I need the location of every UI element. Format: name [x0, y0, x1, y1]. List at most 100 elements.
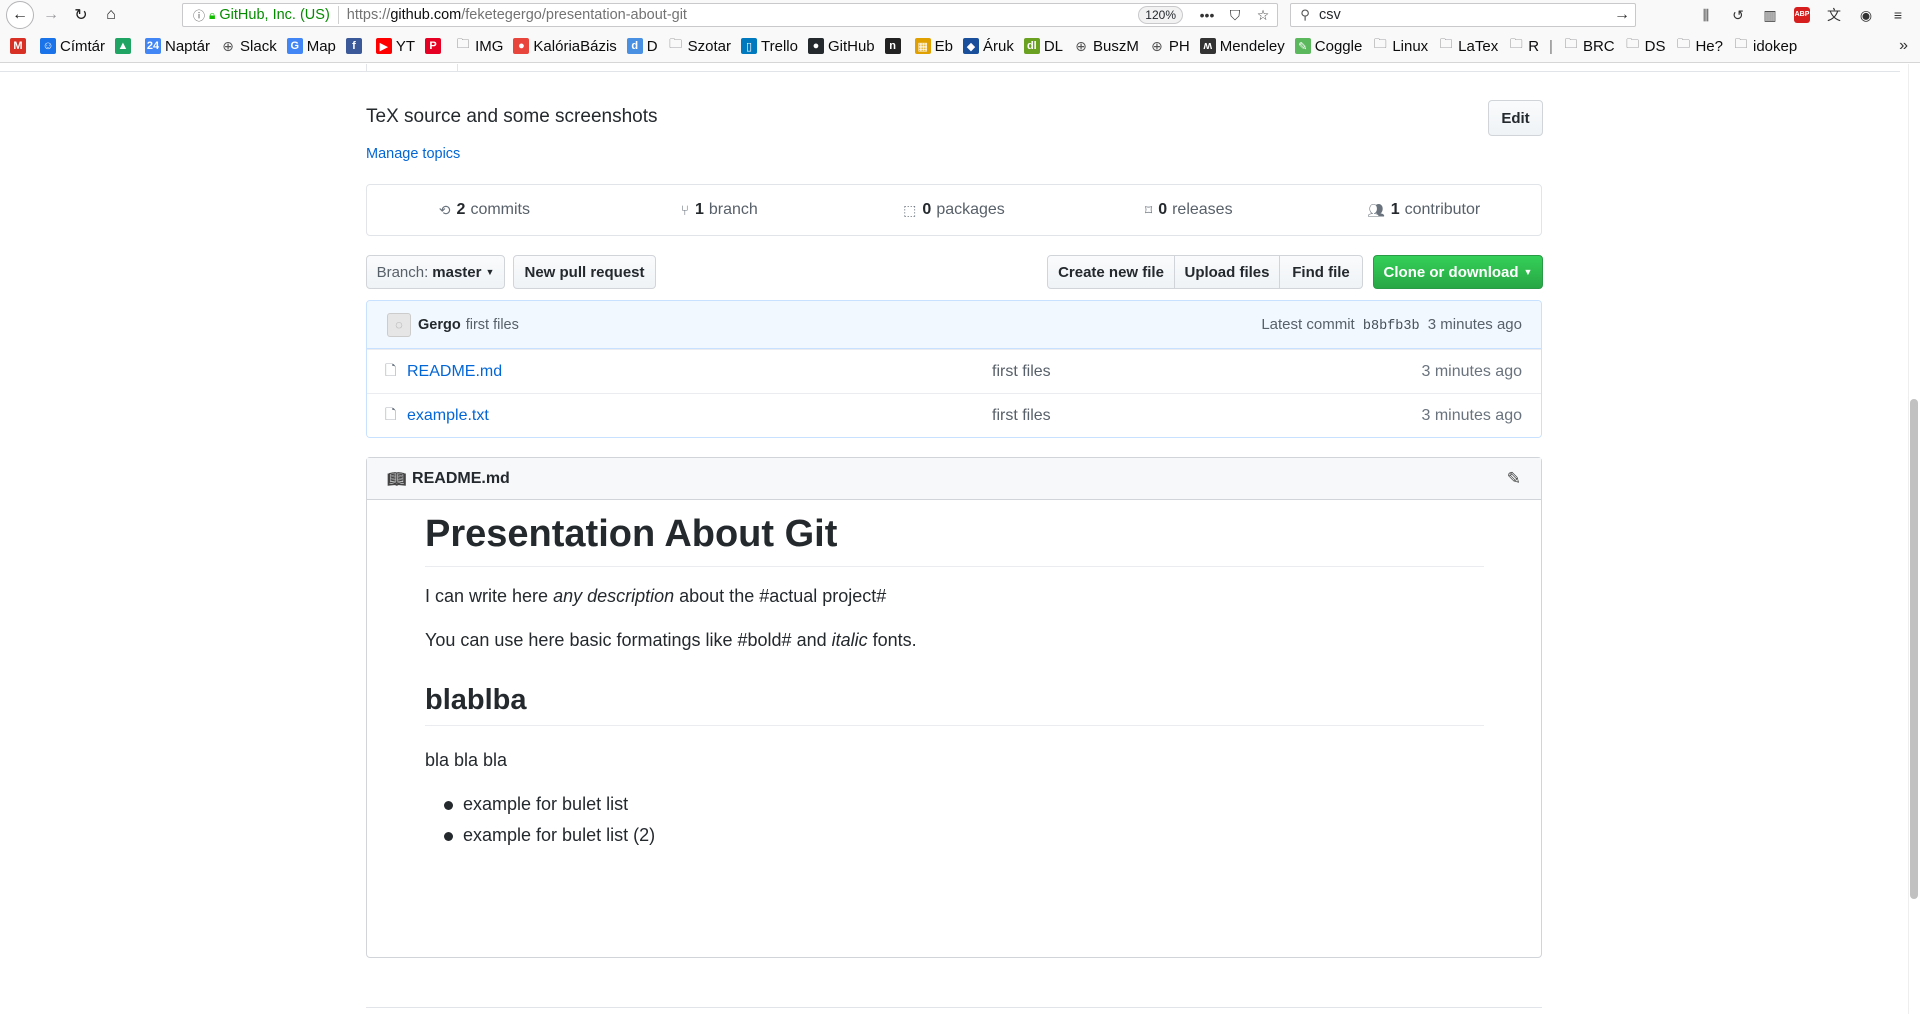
bookmark-item[interactable]: 🗀︎ IMG: [455, 36, 504, 55]
favicon-icon: P: [425, 38, 442, 54]
people-icon: 👥︎: [1366, 201, 1385, 218]
bookmark-item[interactable]: ▦ Eb: [914, 38, 953, 55]
bookmark-item[interactable]: ⊕ PH: [1149, 38, 1190, 55]
bookmark-item[interactable]: ▶ YT: [375, 38, 415, 55]
tab-divider: [0, 71, 1900, 72]
create-new-file-button[interactable]: Create new file: [1047, 255, 1175, 289]
bookmark-item[interactable]: 🗀︎ Szotar: [668, 36, 731, 55]
text: You can use here basic formatings like #…: [425, 630, 832, 650]
zoom-indicator[interactable]: 120%: [1138, 6, 1183, 24]
commit-message[interactable]: first files: [466, 317, 519, 333]
search-bar[interactable]: ⚲ csv →: [1290, 3, 1636, 27]
book-icon: 📖︎: [387, 470, 407, 488]
bookmark-label: GitHub: [827, 37, 875, 55]
commit-sha[interactable]: b8bfb3b: [1363, 319, 1420, 334]
favicon-icon: f: [345, 38, 362, 54]
stat-count: 0: [922, 201, 932, 218]
history-icon[interactable]: ↺: [1722, 7, 1754, 24]
favicon-icon: ▯: [741, 38, 757, 54]
bookmark-item[interactable]: ⊕ BuszM: [1073, 38, 1139, 55]
bookmark-item[interactable]: dl DL: [1023, 38, 1063, 55]
site-identity[interactable]: GitHub, Inc. (US): [219, 7, 329, 23]
bookmark-item[interactable]: f: [345, 38, 366, 54]
info-icon[interactable]: ⓘ: [189, 7, 209, 24]
bookmark-item[interactable]: 🗀︎ R: [1508, 36, 1539, 55]
url-text[interactable]: https://github.com/feketegergo/presentat…: [347, 7, 1139, 23]
bookmark-item[interactable]: 🗀︎ He?: [1675, 36, 1723, 55]
stat-label: commits: [470, 201, 530, 218]
edit-description-button[interactable]: Edit: [1488, 100, 1543, 136]
back-button[interactable]: ←: [6, 1, 34, 29]
file-name-link[interactable]: README.md: [407, 363, 992, 381]
new-pull-request-button[interactable]: New pull request: [513, 255, 656, 289]
manage-topics-link[interactable]: Manage topics: [366, 146, 460, 162]
avatar[interactable]: ◌: [387, 312, 411, 337]
reload-button[interactable]: ↻: [68, 2, 94, 28]
file-name-link[interactable]: example.txt: [407, 407, 992, 425]
bookmark-item[interactable]: ▲: [115, 38, 135, 54]
folder-icon: 🗀︎: [1564, 36, 1578, 51]
account-icon[interactable]: ◉: [1850, 7, 1882, 24]
bookmark-item[interactable]: ☺ Címtár: [40, 38, 105, 55]
stat-branches[interactable]: ⑂ 1 branch: [602, 185, 837, 235]
commit-age: 3 minutes ago: [1427, 315, 1522, 333]
bookmark-item[interactable]: ◆ Áruk: [963, 38, 1014, 55]
upload-files-button[interactable]: Upload files: [1174, 255, 1280, 289]
bookmark-separator: |: [1549, 37, 1553, 55]
clone-or-download-button[interactable]: Clone or download ▼: [1373, 255, 1543, 289]
bookmark-item[interactable]: 🗀︎ BRC: [1563, 36, 1615, 55]
folder-icon: 🗀︎: [1373, 36, 1387, 51]
lock-icon[interactable]: 🔒︎: [209, 8, 215, 23]
stat-commits[interactable]: ⟲ 2 commits: [367, 185, 602, 235]
bookmark-item[interactable]: dD: [626, 38, 658, 55]
stat-contributors[interactable]: 👥︎ 1 contributor: [1306, 185, 1541, 235]
stat-releases[interactable]: ⌑ 0 releases: [1071, 185, 1306, 235]
bookmark-item[interactable]: ⊕ Slack: [220, 38, 277, 55]
library-icon[interactable]: ⫼: [1690, 7, 1722, 24]
forward-button[interactable]: →: [38, 2, 64, 28]
url-prefix: https://: [346, 7, 391, 23]
bookmark-label: He?: [1695, 37, 1723, 55]
scrollbar-thumb[interactable]: [1910, 399, 1918, 899]
bookmark-item[interactable]: ✎ Coggle: [1294, 38, 1362, 55]
favicon-icon: ◆: [963, 38, 979, 54]
bookmark-item[interactable]: ● KalóriaBázis: [513, 38, 617, 55]
commit-author[interactable]: Gergo: [418, 317, 461, 333]
bookmark-item[interactable]: 🗀︎ LaTex: [1438, 36, 1499, 55]
file-commit-message[interactable]: first files: [992, 407, 1051, 425]
bookmarks-overflow-icon[interactable]: »: [1899, 37, 1908, 55]
url-bar[interactable]: ⓘ 🔒︎ GitHub, Inc. (US) https://github.co…: [182, 3, 1278, 27]
pocket-icon[interactable]: ⛉: [1221, 7, 1249, 24]
sidebar-icon[interactable]: ▥: [1754, 7, 1786, 24]
bookmark-item[interactable]: P: [425, 38, 445, 54]
bookmark-item[interactable]: ▯ Trello: [741, 38, 798, 55]
bookmark-item[interactable]: ● GitHub: [807, 37, 875, 55]
find-file-button[interactable]: Find file: [1279, 255, 1363, 289]
scrollbar[interactable]: [1908, 64, 1920, 1014]
file-commit-message[interactable]: first files: [992, 363, 1051, 381]
stat-packages[interactable]: ⬚ 0 packages: [837, 185, 1072, 235]
adblock-icon[interactable]: ABP: [1794, 7, 1810, 23]
page-actions-icon[interactable]: •••: [1193, 7, 1221, 23]
bookmark-item[interactable]: M: [10, 38, 30, 54]
browser-toolbar: ← → ↻ ⌂ ⓘ 🔒︎ GitHub, Inc. (US) https://g…: [0, 0, 1920, 30]
branch-select-button[interactable]: Branch: master ▼: [366, 255, 505, 289]
favicon-icon: ▶: [375, 38, 392, 54]
bookmark-item[interactable]: 🗀︎ DS: [1625, 36, 1665, 55]
bookmark-item[interactable]: G Map: [286, 38, 336, 55]
pencil-icon[interactable]: ✎: [1507, 469, 1521, 489]
stat-label: contributor: [1404, 201, 1481, 218]
search-go-icon[interactable]: →: [1609, 6, 1635, 24]
menu-icon[interactable]: ≡: [1882, 7, 1914, 23]
favicon-icon: ▲: [115, 38, 131, 54]
bookmark-star-icon[interactable]: ☆: [1249, 7, 1277, 24]
search-input[interactable]: csv: [1319, 7, 1609, 23]
bookmark-item[interactable]: 🗀︎ Linux: [1372, 36, 1428, 55]
bookmark-item[interactable]: 24 Naptár: [145, 38, 210, 55]
bookmark-item[interactable]: n: [884, 38, 905, 54]
bookmark-label: BRC: [1582, 37, 1615, 55]
bookmark-item[interactable]: 🗀︎ idokep: [1733, 36, 1797, 55]
translate-icon[interactable]: 文: [1818, 5, 1850, 25]
home-button[interactable]: ⌂: [98, 2, 124, 28]
bookmark-item[interactable]: ʍ Mendeley: [1199, 38, 1285, 55]
